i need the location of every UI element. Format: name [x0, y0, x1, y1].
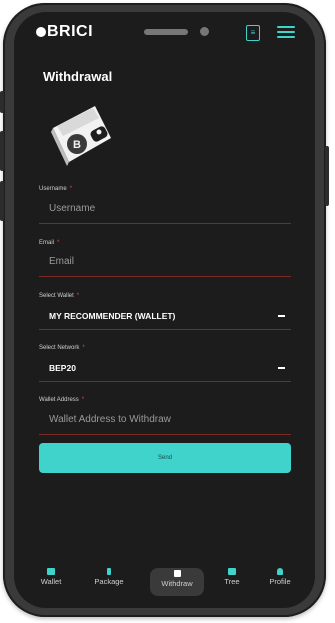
logo-mark-icon — [36, 27, 46, 37]
nav-item-withdraw[interactable]: Withdraw — [150, 568, 204, 596]
email-label: Email * — [39, 240, 60, 246]
network-select-label: Select Network * — [39, 345, 85, 351]
username-field[interactable]: Username — [39, 197, 291, 224]
bottom-nav: Wallet Package Withdraw Tree Profile — [14, 568, 315, 598]
nav-item-wallet[interactable]: Wallet — [36, 568, 66, 586]
wallet-address-placeholder: Wallet Address to Withdraw — [49, 414, 171, 425]
send-button[interactable]: Send — [39, 443, 291, 473]
mute-switch — [0, 91, 4, 113]
brand-logo[interactable]: BRICI — [36, 23, 93, 41]
nav-item-package[interactable]: Package — [89, 568, 129, 586]
nav-label: Package — [94, 577, 124, 586]
withdraw-icon — [173, 570, 181, 577]
required-mark: * — [57, 240, 60, 246]
wallet-select-value: MY RECOMMENDER (WALLET) — [49, 311, 176, 321]
svg-text:B: B — [73, 139, 81, 151]
wallet-illustration-icon: B — [51, 106, 111, 166]
nav-item-profile[interactable]: Profile — [263, 568, 297, 586]
phone-frame: BRICI ≡ Withdrawal B Username* Username — [0, 3, 329, 617]
wallet-address-field[interactable]: Wallet Address to Withdraw — [39, 408, 291, 435]
speaker-grille — [144, 29, 188, 35]
email-placeholder: Email — [49, 256, 75, 267]
wallet-select[interactable]: MY RECOMMENDER (WALLET) — [39, 303, 291, 330]
dropdown-caret-icon — [278, 367, 285, 369]
notification-icon[interactable]: ≡ — [246, 25, 260, 41]
wallet-select-label: Select Wallet * — [39, 293, 80, 299]
username-label: Username * — [39, 186, 73, 192]
package-icon — [107, 568, 111, 575]
page-title: Withdrawal — [43, 69, 113, 84]
profile-icon — [277, 568, 283, 575]
nav-label: Withdraw — [161, 579, 193, 588]
tree-icon — [228, 568, 236, 575]
hamburger-menu-icon[interactable] — [277, 26, 295, 40]
nav-item-tree[interactable]: Tree — [219, 568, 245, 586]
network-select-value: BEP20 — [49, 363, 76, 373]
network-select[interactable]: BEP20 — [39, 355, 291, 382]
app-screen: BRICI ≡ Withdrawal B Username* Username — [14, 12, 315, 608]
volume-down-button — [0, 181, 4, 221]
nav-label: Tree — [224, 577, 240, 586]
required-mark: * — [82, 345, 85, 351]
wallet-icon — [47, 568, 55, 575]
top-bar: BRICI ≡ — [14, 12, 315, 56]
required-mark: * — [69, 186, 73, 192]
required-mark: * — [81, 397, 85, 403]
front-camera — [200, 27, 209, 36]
logo-text: BRICI — [47, 23, 94, 40]
wallet-address-label: Wallet Address * — [39, 397, 85, 403]
email-field[interactable]: Email — [39, 250, 291, 277]
nav-label: Wallet — [40, 577, 62, 586]
username-placeholder: Username — [49, 203, 96, 214]
volume-up-button — [0, 131, 4, 171]
dropdown-caret-icon — [278, 315, 285, 317]
required-mark: * — [76, 293, 80, 299]
nav-label: Profile — [269, 577, 291, 586]
power-button — [325, 146, 329, 206]
